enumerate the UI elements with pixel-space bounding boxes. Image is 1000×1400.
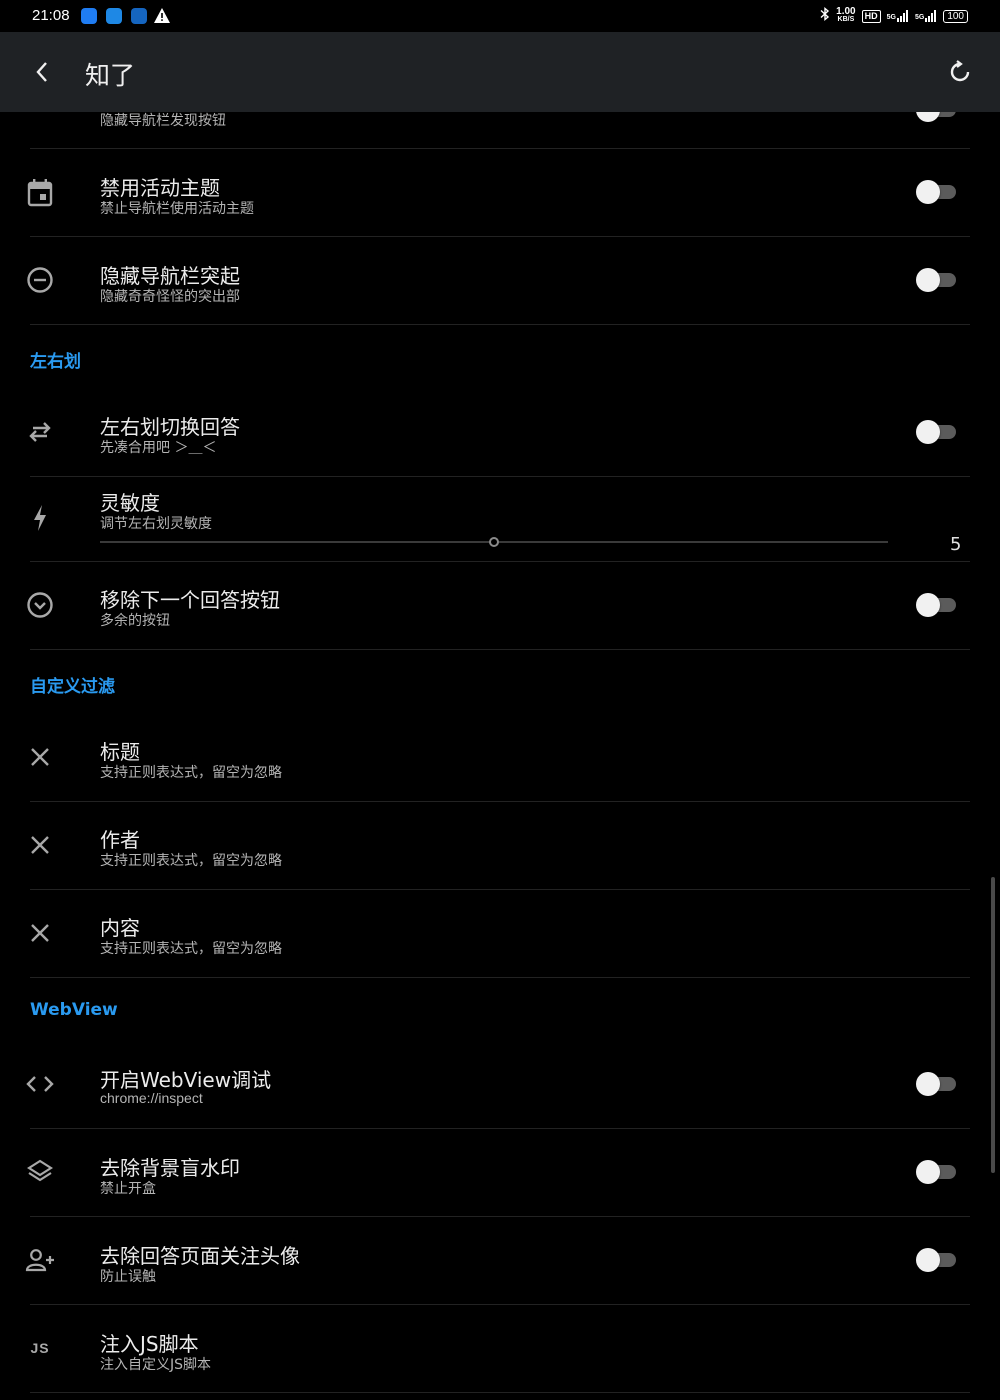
setting-subtitle: 调节左右划灵敏度 bbox=[100, 516, 212, 532]
setting-subtitle: 支持正则表达式，留空为忽略 bbox=[100, 941, 282, 957]
js-icon: JS bbox=[30, 1340, 50, 1356]
setting-title: 移除下一个回答按钮 bbox=[100, 588, 280, 612]
setting-title: 左右划切换回答 bbox=[100, 415, 240, 439]
setting-disable-activity-theme[interactable]: 禁用活动主题 禁止导航栏使用活动主题 bbox=[0, 149, 1000, 236]
close-icon bbox=[22, 915, 58, 951]
setting-remove-watermark[interactable]: 去除背景盲水印 禁止开盒 bbox=[0, 1129, 1000, 1216]
section-header-swipe: 左右划 bbox=[30, 352, 81, 372]
filter-title[interactable]: 标题 支持正则表达式，留空为忽略 bbox=[0, 714, 1000, 801]
chevron-down-circle-icon bbox=[22, 587, 58, 623]
back-arrow-icon bbox=[36, 62, 47, 82]
divider bbox=[30, 649, 970, 650]
setting-subtitle: 先凑合用吧 ＞＿＜ bbox=[100, 440, 217, 456]
swap-horizontal-icon bbox=[22, 414, 58, 450]
setting-title: 去除背景盲水印 bbox=[100, 1156, 240, 1180]
page-title: 知了 bbox=[85, 61, 136, 90]
setting-inject-js[interactable]: JS 注入JS脚本 注入自定义JS脚本 bbox=[0, 1305, 1000, 1392]
setting-title: 禁用活动主题 bbox=[100, 176, 220, 200]
minus-circle-icon bbox=[22, 262, 58, 298]
swipe-switch-answer-toggle[interactable] bbox=[916, 420, 956, 444]
setting-title: 开启WebView调试 bbox=[100, 1068, 272, 1092]
remove-watermark-toggle[interactable] bbox=[916, 1160, 956, 1184]
divider bbox=[30, 324, 970, 325]
sensitivity-slider[interactable] bbox=[100, 532, 888, 552]
webview-debug-toggle[interactable] bbox=[916, 1072, 956, 1096]
setting-subtitle: 禁止导航栏使用活动主题 bbox=[100, 201, 254, 217]
sensitivity-value: 5 bbox=[950, 534, 962, 555]
calendar-icon bbox=[22, 175, 58, 211]
filter-content[interactable]: 内容 支持正则表达式，留空为忽略 bbox=[0, 890, 1000, 977]
close-icon bbox=[22, 827, 58, 863]
disable-activity-theme-toggle[interactable] bbox=[916, 180, 956, 204]
remove-next-answer-toggle[interactable] bbox=[916, 593, 956, 617]
close-icon bbox=[22, 739, 58, 775]
slider-thumb[interactable] bbox=[489, 537, 499, 547]
setting-title: 灵敏度 bbox=[100, 491, 160, 515]
filter-author[interactable]: 作者 支持正则表达式，留空为忽略 bbox=[0, 802, 1000, 889]
setting-subtitle: 隐藏导航栏发现按钮 bbox=[100, 113, 226, 129]
hide-navbar-bulge-toggle[interactable] bbox=[916, 268, 956, 292]
setting-title: 标题 bbox=[100, 740, 140, 764]
setting-swipe-switch-answer[interactable]: 左右划切换回答 先凑合用吧 ＞＿＜ bbox=[0, 389, 1000, 476]
setting-title: 隐藏导航栏突起 bbox=[100, 264, 240, 288]
setting-title: 内容 bbox=[100, 916, 140, 940]
app-bar: 知了 bbox=[0, 32, 1000, 112]
remove-follow-avatar-toggle[interactable] bbox=[916, 1248, 956, 1272]
lightning-icon bbox=[22, 500, 58, 536]
code-icon bbox=[22, 1066, 58, 1102]
setting-subtitle: 禁止开盒 bbox=[100, 1181, 156, 1197]
setting-subtitle: 防止误触 bbox=[100, 1269, 156, 1285]
setting-title: 作者 bbox=[100, 828, 140, 852]
setting-sensitivity[interactable]: 灵敏度 调节左右划灵敏度 5 bbox=[0, 477, 1000, 561]
setting-hide-navbar-bulge[interactable]: 隐藏导航栏突起 隐藏奇奇怪怪的突出部 bbox=[0, 237, 1000, 324]
section-header-webview: WebView bbox=[30, 1000, 118, 1020]
scrollbar[interactable] bbox=[991, 877, 995, 1173]
setting-subtitle: 注入自定义JS脚本 bbox=[100, 1357, 212, 1373]
setting-subtitle: chrome://inspect bbox=[100, 1090, 203, 1106]
settings-list[interactable]: 隐藏导航栏发现按钮 禁用活动主题 禁止导航栏使用活动主题 隐藏导航栏突起 隐藏奇… bbox=[0, 0, 1000, 1400]
setting-remove-next-answer[interactable]: 移除下一个回答按钮 多余的按钮 bbox=[0, 562, 1000, 649]
back-button[interactable] bbox=[22, 52, 62, 92]
add-person-icon bbox=[22, 1242, 58, 1278]
setting-subtitle: 支持正则表达式，留空为忽略 bbox=[100, 853, 282, 869]
divider bbox=[30, 1392, 970, 1393]
setting-remove-follow-avatar[interactable]: 去除回答页面关注头像 防止误触 bbox=[0, 1217, 1000, 1304]
restore-button[interactable] bbox=[940, 52, 980, 92]
divider bbox=[30, 977, 970, 978]
setting-subtitle: 支持正则表达式，留空为忽略 bbox=[100, 765, 282, 781]
setting-title: 注入JS脚本 bbox=[100, 1332, 199, 1356]
layers-icon bbox=[22, 1154, 58, 1190]
section-header-custom-filter: 自定义过滤 bbox=[30, 677, 115, 697]
setting-title: 去除回答页面关注头像 bbox=[100, 1244, 300, 1268]
setting-subtitle: 多余的按钮 bbox=[100, 613, 170, 629]
restore-icon bbox=[950, 60, 970, 82]
setting-subtitle: 隐藏奇奇怪怪的突出部 bbox=[100, 289, 240, 305]
setting-webview-debug[interactable]: 开启WebView调试 chrome://inspect bbox=[0, 1041, 1000, 1128]
